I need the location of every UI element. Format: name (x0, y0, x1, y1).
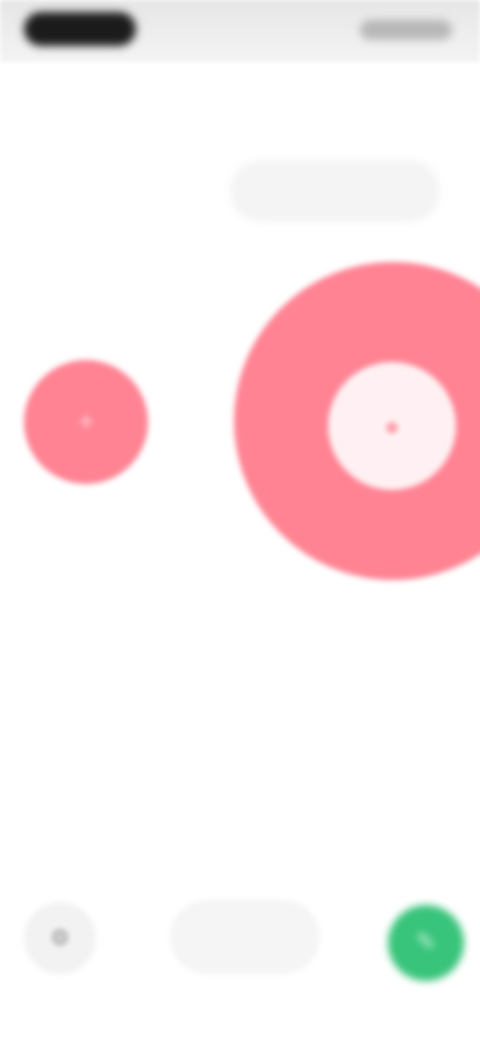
plus-icon: + (77, 406, 95, 437)
status-bar (0, 0, 480, 62)
main-button-label (344, 500, 440, 520)
header (0, 62, 480, 148)
mode-tabs (40, 160, 440, 222)
left-button-caption (50, 322, 122, 342)
main-button-inner: ● (328, 362, 456, 490)
status-time (24, 12, 136, 46)
left-action-button[interactable]: + (24, 360, 148, 484)
header-action-button[interactable] (374, 92, 444, 114)
app-screen: + ● ⚙ ✎ (0, 0, 480, 1040)
bottom-pill-button[interactable] (170, 900, 320, 974)
chat-icon: ✎ (415, 929, 437, 956)
tab-first[interactable] (60, 160, 200, 222)
record-icon: ● (384, 411, 400, 441)
bottom-right-button[interactable]: ✎ (388, 905, 464, 981)
settings-icon: ⚙ (50, 925, 70, 950)
bottom-pill-label (170, 900, 320, 974)
main-record-button[interactable]: ● (234, 262, 480, 580)
bottom-left-button[interactable]: ⚙ (24, 902, 96, 974)
page-title (190, 90, 290, 116)
tab-second[interactable] (230, 160, 440, 222)
status-icons (360, 20, 452, 40)
left-button-label (40, 500, 132, 520)
